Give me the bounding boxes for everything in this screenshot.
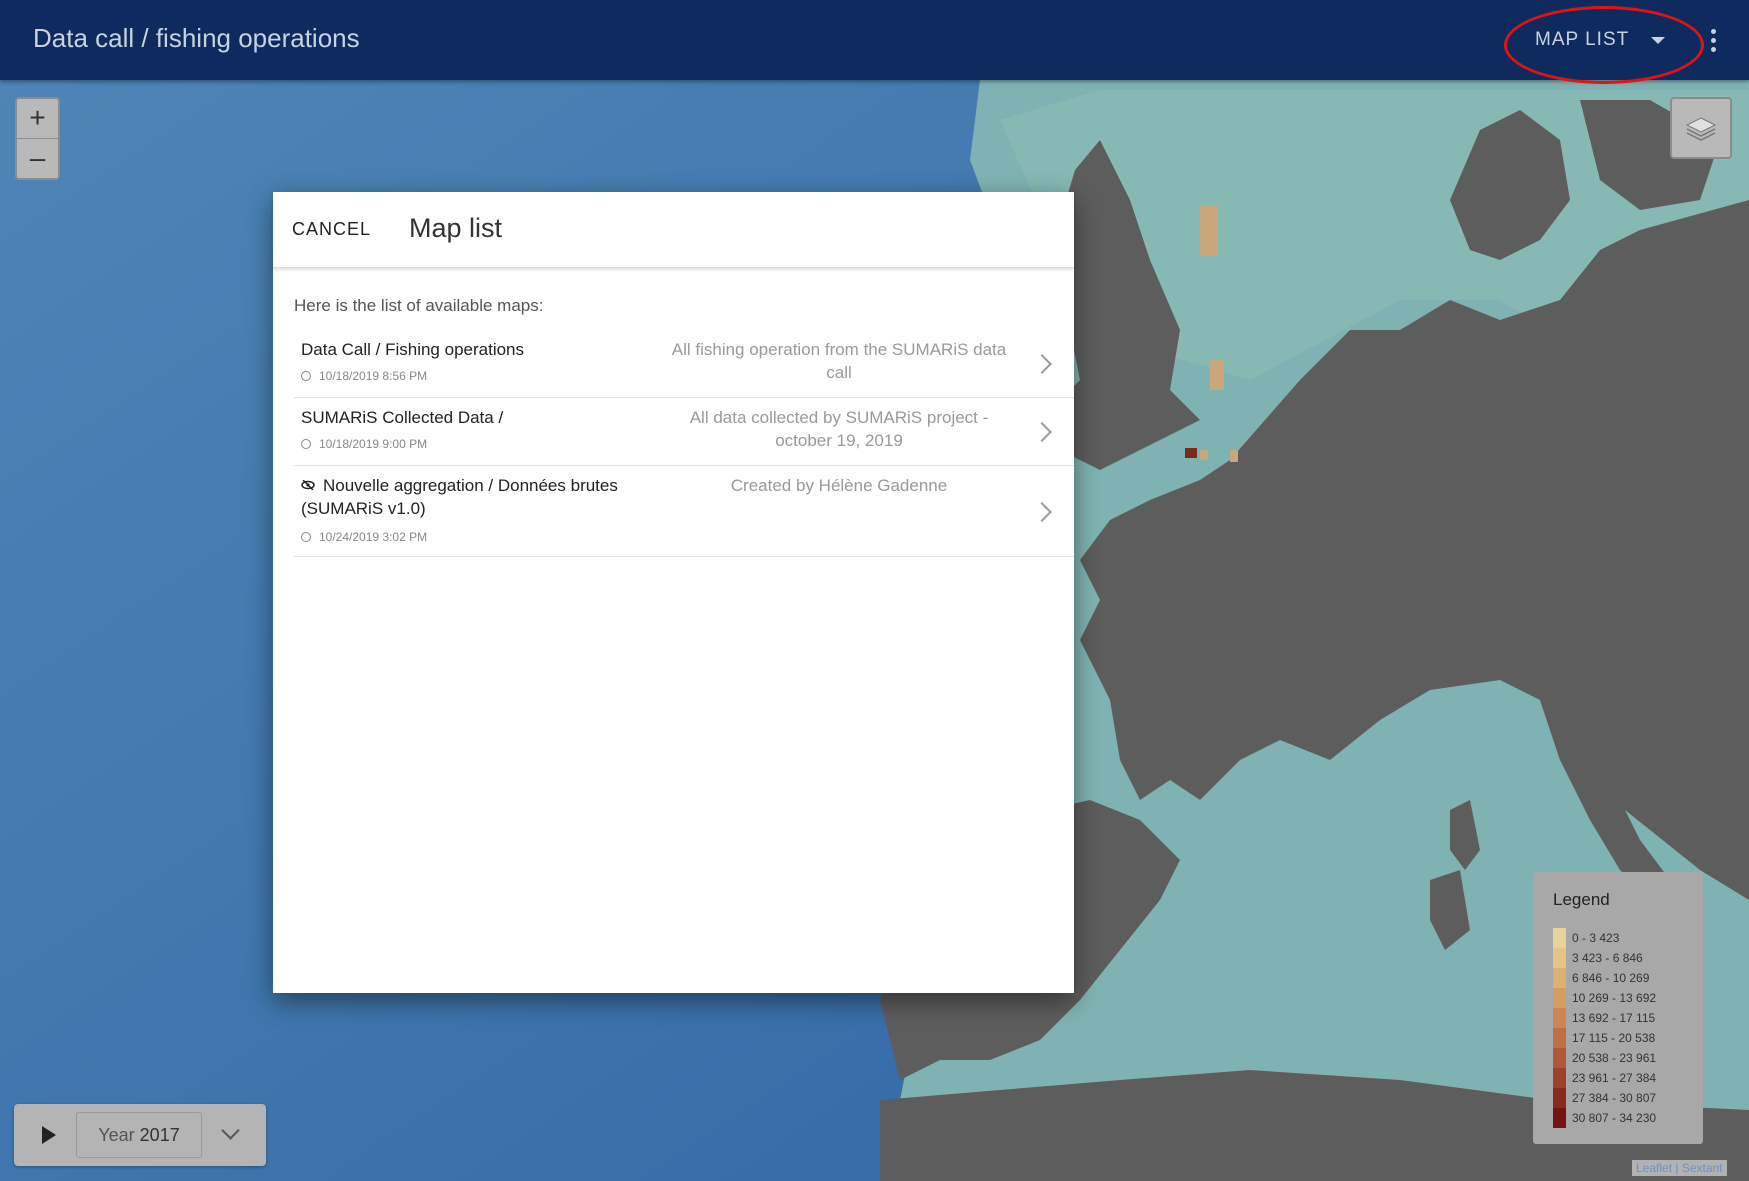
legend-label: 0 - 3 423 <box>1572 931 1620 945</box>
legend-label: 17 115 - 20 538 <box>1572 1031 1656 1045</box>
map-name-row: Nouvelle aggregation / Données brutes (S… <box>301 474 661 520</box>
map-list: Data Call / Fishing operations 10/18/201… <box>294 330 1074 557</box>
legend-swatch <box>1553 1008 1566 1028</box>
dialog-header: CANCEL Map list <box>273 192 1074 268</box>
app-toolbar: Data call / fishing operations MAP LIST <box>0 0 1749 80</box>
dialog-intro: Here is the list of available maps: <box>294 296 544 315</box>
legend-label: 27 384 - 30 807 <box>1572 1091 1657 1105</box>
map-name: Data Call / Fishing operations <box>301 340 525 359</box>
timeline-control: Year 2017 <box>14 1104 266 1166</box>
dropdown-caret-icon <box>1651 36 1666 44</box>
year-value: 2017 <box>139 1125 180 1145</box>
map-date-text: 10/24/2019 3:02 PM <box>319 530 428 544</box>
legend-title: Legend <box>1553 890 1610 909</box>
map-date: 10/18/2019 8:56 PM <box>301 369 427 383</box>
zoom-out-button[interactable]: – <box>17 138 58 178</box>
layers-icon <box>1685 117 1717 141</box>
legend-entry: 3 423 - 6 846 <box>1553 948 1703 968</box>
legend-entry: 0 - 3 423 <box>1553 928 1703 948</box>
legend-swatch <box>1553 928 1566 948</box>
legend-swatch <box>1553 948 1566 968</box>
legend-swatch <box>1553 1048 1566 1068</box>
chevron-right-icon <box>1032 502 1052 522</box>
layers-button[interactable] <box>1670 97 1732 159</box>
map-list-item[interactable]: Nouvelle aggregation / Données brutes (S… <box>294 466 1074 557</box>
legend-label: 6 846 - 10 269 <box>1572 971 1650 985</box>
legend-swatch <box>1553 1068 1566 1088</box>
map-description: Created by Hélène Gadenne <box>730 476 948 495</box>
map-legend: Legend 0 - 3 423 3 423 - 6 846 6 846 - 10 … <box>1533 872 1703 1144</box>
clock-icon <box>301 371 311 381</box>
year-selector[interactable]: Year 2017 <box>76 1112 202 1158</box>
clock-icon <box>301 532 311 542</box>
legend-swatch <box>1553 1088 1566 1108</box>
eye-off-icon <box>301 480 315 490</box>
legend-label: 10 269 - 13 692 <box>1572 991 1657 1005</box>
play-icon[interactable] <box>42 1126 56 1144</box>
clock-icon <box>301 439 311 449</box>
map-description: All data collected by SUMARiS project - … <box>689 408 989 450</box>
legend-entry: 20 538 - 23 961 <box>1553 1048 1703 1068</box>
legend-label: 30 807 - 34 230 <box>1572 1111 1657 1125</box>
zoom-in-button[interactable]: + <box>17 99 58 138</box>
map-description: All fishing operation from the SUMARiS d… <box>671 340 1007 382</box>
year-prefix: Year <box>98 1125 135 1145</box>
map-list-dialog: CANCEL Map list Here is the list of avai… <box>273 192 1074 993</box>
legend-entry: 27 384 - 30 807 <box>1553 1088 1703 1108</box>
legend-entry: 6 846 - 10 269 <box>1553 968 1703 988</box>
zoom-control: + – <box>15 97 60 180</box>
chevron-right-icon <box>1032 354 1052 374</box>
legend-swatch <box>1553 1108 1566 1128</box>
legend-swatch <box>1553 1028 1566 1048</box>
map-name: Nouvelle aggregation / Données brutes (S… <box>301 476 618 518</box>
dialog-title: Map list <box>409 213 503 243</box>
chevron-right-icon <box>1032 422 1052 442</box>
map-date-text: 10/18/2019 9:00 PM <box>319 437 428 451</box>
legend-swatch <box>1553 988 1566 1008</box>
legend-label: 3 423 - 6 846 <box>1572 951 1643 965</box>
legend-label: 23 961 - 27 384 <box>1572 1071 1657 1085</box>
legend-entry: 10 269 - 13 692 <box>1553 988 1703 1008</box>
legend-label: 13 692 - 17 115 <box>1572 1011 1656 1025</box>
more-vert-icon[interactable] <box>1703 25 1723 59</box>
map-list-item[interactable]: Data Call / Fishing operations 10/18/201… <box>294 330 1074 398</box>
page-title: Data call / fishing operations <box>33 23 360 53</box>
map-name: SUMARiS Collected Data / <box>301 408 504 427</box>
legend-label: 20 538 - 23 961 <box>1572 1051 1657 1065</box>
chevron-down-icon[interactable] <box>221 1121 240 1140</box>
map-list-label: MAP LIST <box>1535 29 1630 50</box>
map-date: 10/18/2019 9:00 PM <box>301 437 427 451</box>
legend-entry: 13 692 - 17 115 <box>1553 1008 1703 1028</box>
legend-entry: 30 807 - 34 230 <box>1553 1108 1703 1128</box>
legend-entry: 23 961 - 27 384 <box>1553 1068 1703 1088</box>
map-list-button[interactable]: MAP LIST <box>1525 22 1675 58</box>
map-list-item[interactable]: SUMARiS Collected Data / 10/18/2019 9:00… <box>294 398 1074 466</box>
cancel-button[interactable]: CANCEL <box>292 219 371 240</box>
legend-swatch <box>1553 968 1566 988</box>
legend-entries: 0 - 3 423 3 423 - 6 846 6 846 - 10 269 10 2… <box>1553 928 1703 1128</box>
legend-entry: 17 115 - 20 538 <box>1553 1028 1703 1048</box>
map-date: 10/24/2019 3:02 PM <box>301 530 427 544</box>
map-date-text: 10/18/2019 8:56 PM <box>319 369 428 383</box>
map-attribution[interactable]: Leaflet | Sextant <box>1632 1160 1727 1176</box>
